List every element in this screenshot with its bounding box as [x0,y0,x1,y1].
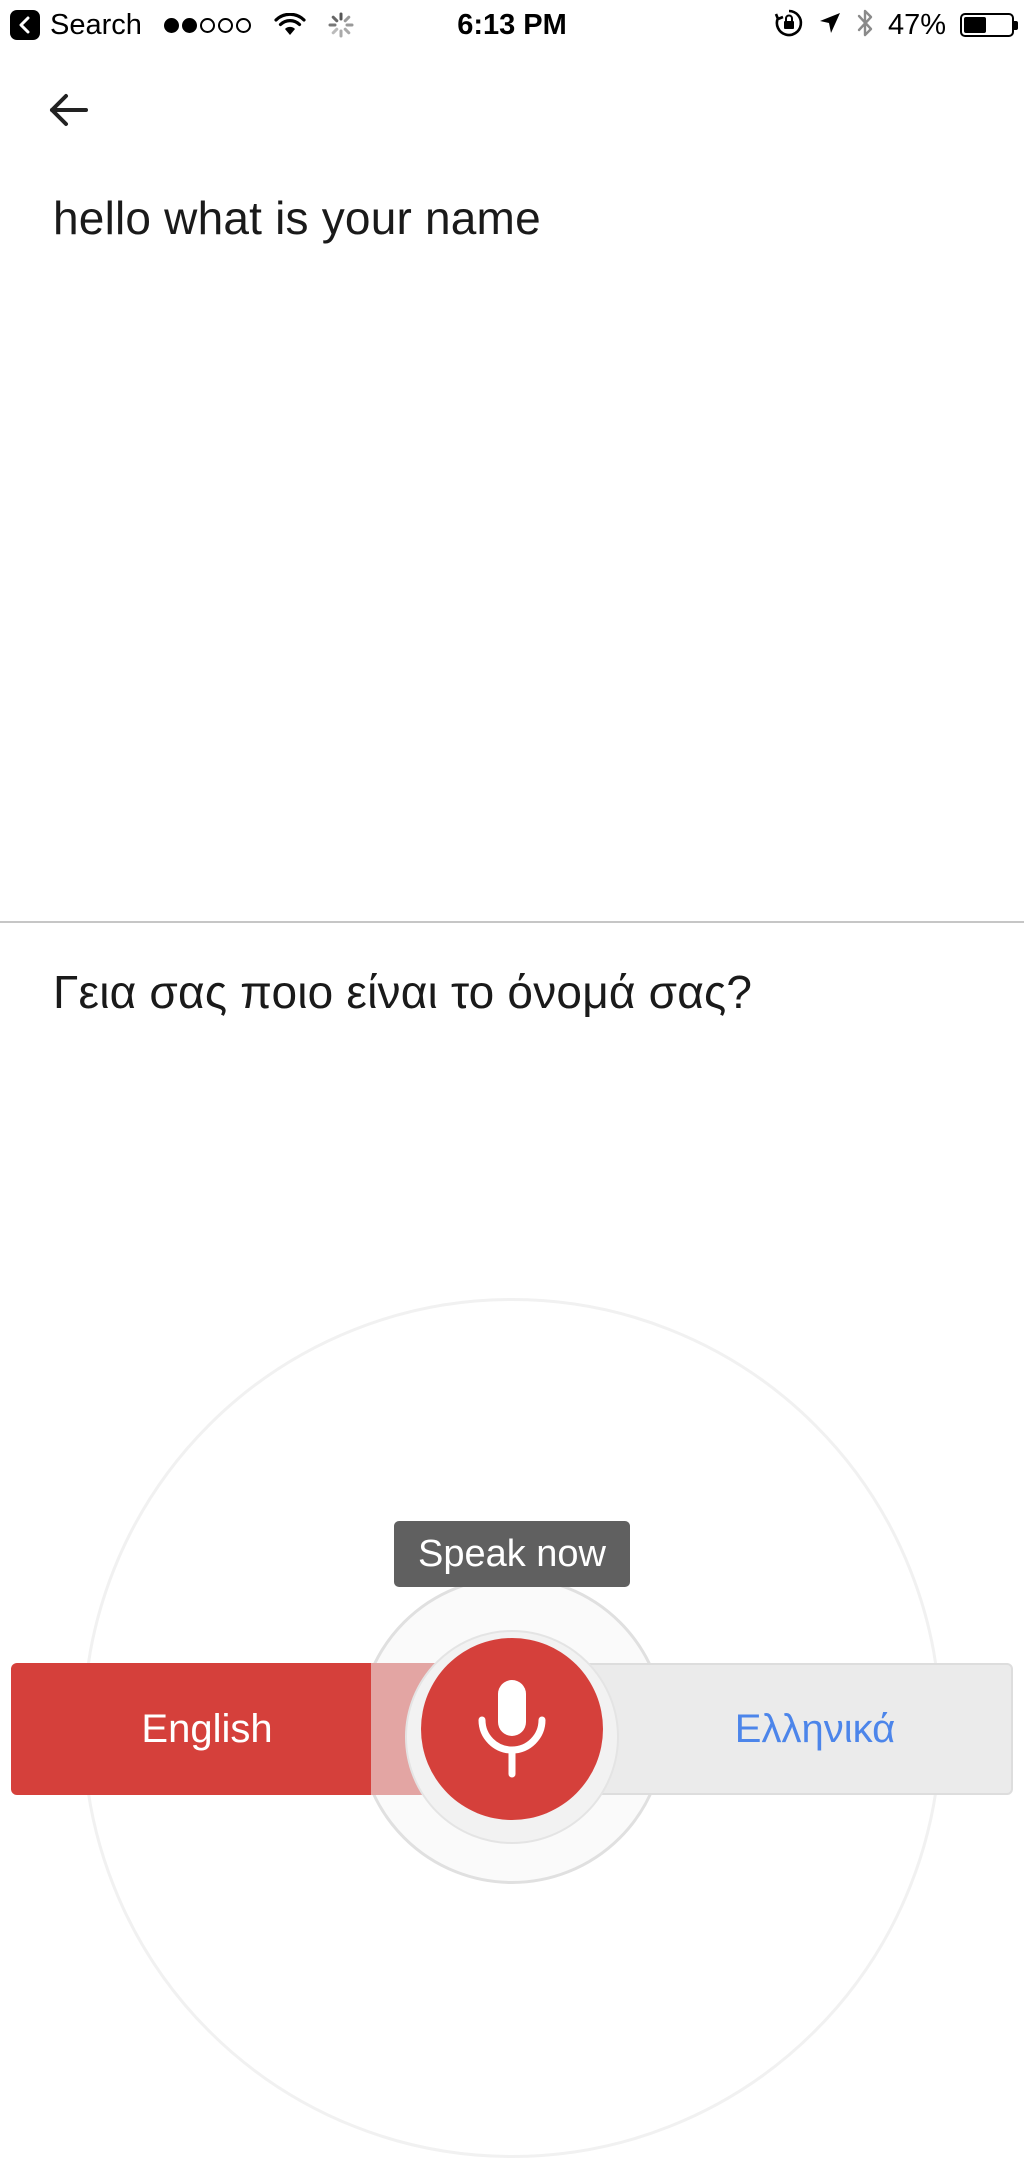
microphone-icon [478,1680,546,1778]
battery-icon [960,13,1018,37]
arrow-left-icon [50,94,88,126]
bluetooth-icon [856,8,874,43]
translation-text[interactable]: Γεια σας ποιο είναι το όνομά σας? [53,964,752,1020]
battery-cap [1014,21,1018,30]
battery-percent: 47% [887,8,946,41]
location-arrow-icon [818,11,842,40]
source-language-label: English [141,1706,273,1751]
speak-now-tooltip: Speak now [394,1521,630,1587]
orientation-lock-icon [774,8,804,43]
status-bar-right: 47% [760,8,1018,43]
mic-button[interactable] [421,1638,603,1820]
battery-level-fill [964,17,986,33]
divider [0,921,1024,923]
source-text[interactable]: hello what is your name [53,190,541,246]
status-bar: Search 6:13 PM 47% [0,0,1024,52]
back-button[interactable] [44,86,92,134]
target-language-label: Ελληνικά [734,1706,896,1751]
